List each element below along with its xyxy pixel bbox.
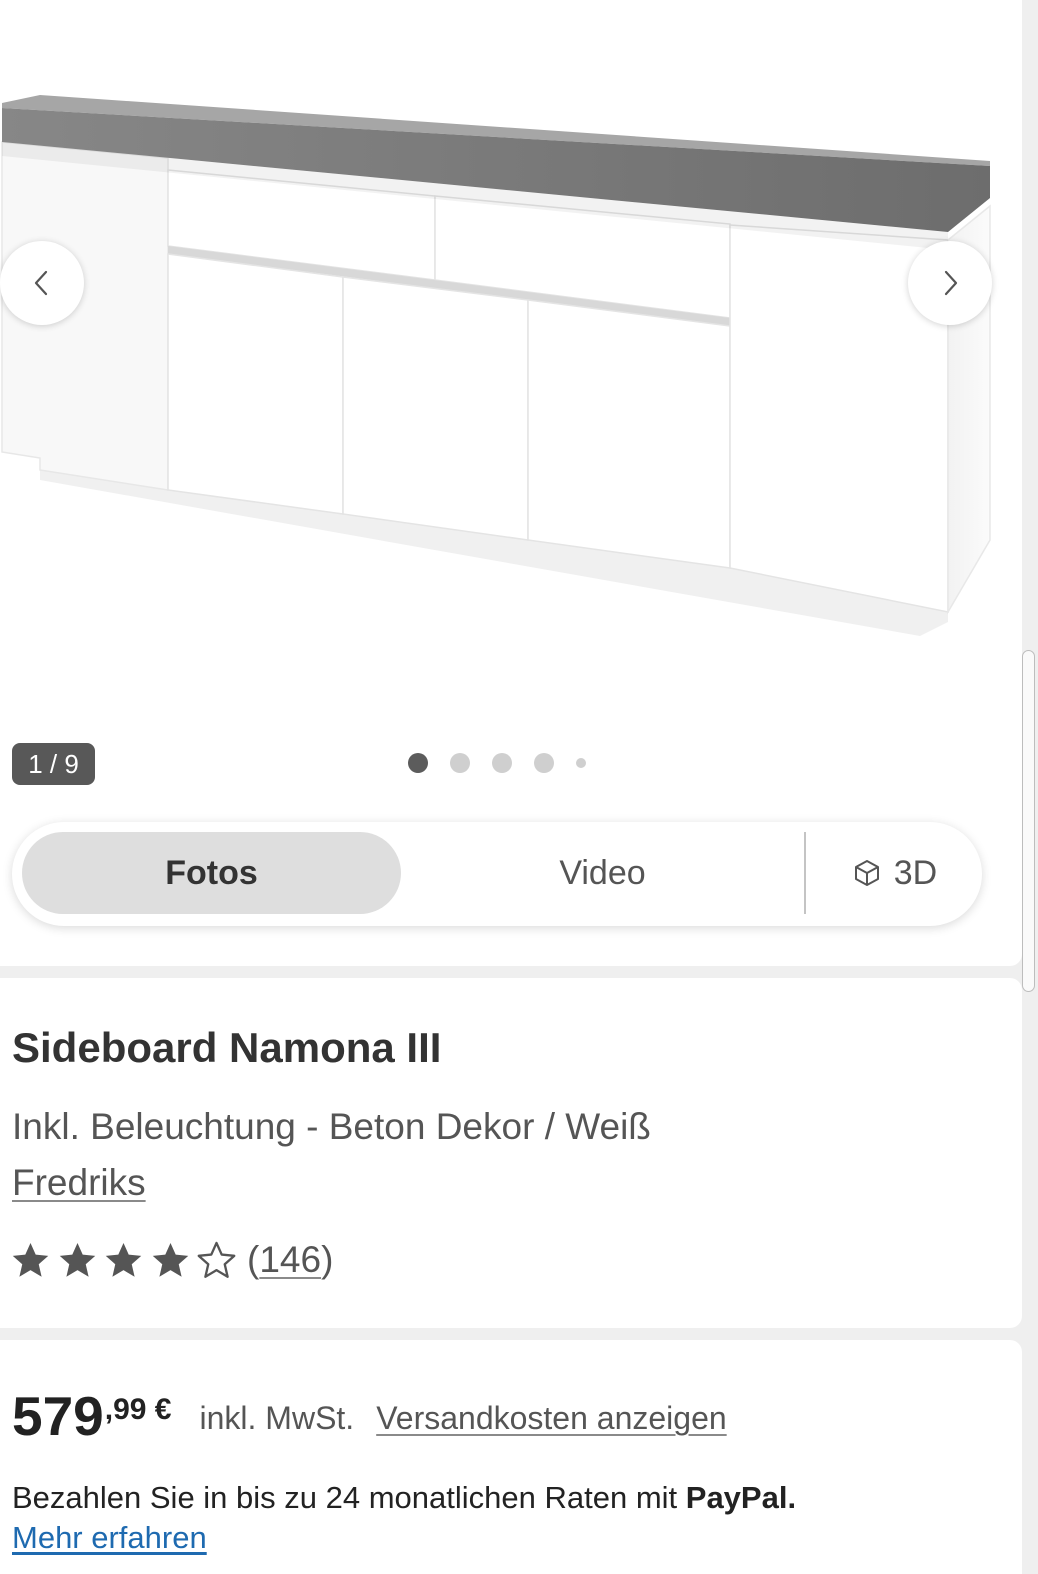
sideboard <box>1 95 991 636</box>
tax-note: inkl. MwSt. <box>199 1400 355 1436</box>
shipping-costs-link[interactable]: Versandkosten anzeigen <box>376 1400 726 1436</box>
image-counter: 1 / 9 <box>12 743 95 785</box>
price-fraction: ,99 € <box>104 1393 172 1426</box>
star-filled-icon <box>12 1242 49 1277</box>
pagination-dot[interactable] <box>534 753 554 773</box>
pagination-dots <box>408 753 586 773</box>
pagination-dot-active[interactable] <box>408 753 428 773</box>
learn-more-link[interactable]: Mehr erfahren <box>12 1518 207 1558</box>
review-count: (146) <box>247 1236 333 1284</box>
tab-divider <box>804 832 806 914</box>
review-count-close: ) <box>321 1239 334 1280</box>
chevron-left-icon <box>34 270 48 296</box>
price-main: 579 <box>12 1385 104 1447</box>
door-left <box>167 253 344 515</box>
door-middle <box>342 276 529 541</box>
review-count-open: ( <box>247 1239 260 1280</box>
product-subtitle: Inkl. Beleuchtung - Beton Dekor / Weiß <box>12 1106 651 1147</box>
product-image[interactable] <box>0 0 1022 720</box>
tab-fotos[interactable]: Fotos <box>22 832 401 914</box>
scrollbar[interactable] <box>1022 650 1035 992</box>
tab-video-label: Video <box>559 853 646 892</box>
pagination-dot[interactable] <box>576 758 586 768</box>
product-title: Sideboard Namona III <box>12 1024 442 1071</box>
price-row: 579,99 € inkl. MwSt. Versandkosten anzeige… <box>12 1384 727 1448</box>
tab-3d[interactable]: 3D <box>807 832 982 914</box>
star-filled-icon <box>105 1242 142 1277</box>
paypal-text: Bezahlen Sie in bis zu 24 monatlichen Ra… <box>12 1480 686 1515</box>
pagination-dot[interactable] <box>492 753 512 773</box>
review-count-link[interactable]: 146 <box>259 1239 321 1280</box>
product-gallery: 1 / 9 Fotos Video 3D <box>0 0 1022 966</box>
media-tabs: Fotos Video 3D <box>12 822 982 926</box>
price-card: 579,99 € inkl. MwSt. Versandkosten anzeige… <box>0 1340 1022 1574</box>
brand-link[interactable]: Fredriks <box>12 1159 146 1207</box>
star-filled-icon <box>152 1242 188 1277</box>
rating-row: (146) <box>9 1236 333 1284</box>
pagination-dot[interactable] <box>450 753 470 773</box>
tab-video[interactable]: Video <box>401 832 804 914</box>
chevron-right-icon <box>944 270 958 296</box>
star-empty-icon <box>197 1241 236 1278</box>
tab-fotos-label: Fotos <box>165 853 258 892</box>
previous-image-button[interactable] <box>0 241 84 325</box>
door-right <box>527 299 731 569</box>
next-image-button[interactable] <box>908 241 992 325</box>
paypal-brand: PayPal. <box>685 1480 797 1515</box>
star-filled-icon <box>59 1242 95 1277</box>
cube-icon <box>854 860 879 886</box>
star-rating <box>9 1239 238 1282</box>
paypal-installment-text: Bezahlen Sie in bis zu 24 monatlichen Ra… <box>12 1478 796 1518</box>
product-info-card: Sideboard Namona III Inkl. Beleuchtung -… <box>0 978 1022 1328</box>
tab-3d-label: 3D <box>893 853 938 892</box>
